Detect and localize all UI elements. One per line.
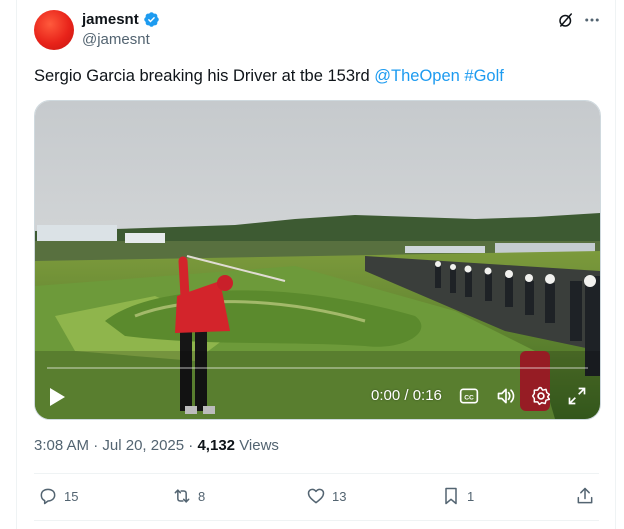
mention-link[interactable]: @TheOpen [374,67,460,85]
repost-button[interactable]: 8 [172,486,205,506]
like-count: 13 [332,488,347,504]
share-button[interactable] [575,486,595,506]
action-bar: 15 8 13 1 [17,482,615,512]
tweet-meta: 3:08 AM · Jul 20, 2025 · 4,132 Views [34,437,279,454]
share-icon [577,487,593,504]
bookmark-icon [445,487,457,505]
views-label: Views [239,437,279,454]
captions-icon[interactable]: CC [459,386,479,406]
settings-icon[interactable] [531,386,551,406]
bookmark-button[interactable]: 1 [441,486,474,506]
tweet-text: Sergio Garcia breaking his Driver at tbe… [34,66,504,86]
reply-count: 15 [64,488,79,504]
grok-icon[interactable] [557,11,575,29]
bookmark-count: 1 [467,488,475,504]
video-time: 0:00 / 0:16 [371,387,442,404]
divider [34,520,599,521]
like-icon [307,488,325,504]
tweet-date[interactable]: Jul 20, 2025 [102,437,184,454]
video-controls: 0:00 / 0:16 CC [35,101,600,419]
svg-text:CC: CC [464,394,474,401]
repost-icon [174,489,190,503]
reply-button[interactable]: 15 [38,486,78,506]
tweet-card: jamesnt @jamesnt Sergio Garcia breaking … [16,0,616,529]
author-display-name[interactable]: jamesnt [82,11,139,28]
fullscreen-icon[interactable] [567,386,587,406]
reply-icon [40,488,56,505]
author-name-row: jamesnt [82,11,160,28]
author-handle[interactable]: @jamesnt [82,31,150,48]
hashtag-link[interactable]: #Golf [464,67,503,85]
video-progress-bar[interactable] [47,367,588,369]
views-count: 4,132 [197,437,236,454]
verified-badge-icon [143,12,159,27]
divider [34,473,599,474]
meta-separator: · [93,437,103,454]
volume-icon[interactable] [495,386,517,406]
avatar[interactable] [34,10,74,50]
more-icon[interactable] [582,11,602,29]
tweet-text-body: Sergio Garcia breaking his Driver at tbe… [34,67,370,85]
tweet-time[interactable]: 3:08 AM [34,437,89,454]
repost-count: 8 [198,488,206,504]
play-icon[interactable] [48,387,66,407]
like-button[interactable]: 13 [306,486,346,506]
video-player[interactable]: 0:00 / 0:16 CC [34,100,601,420]
